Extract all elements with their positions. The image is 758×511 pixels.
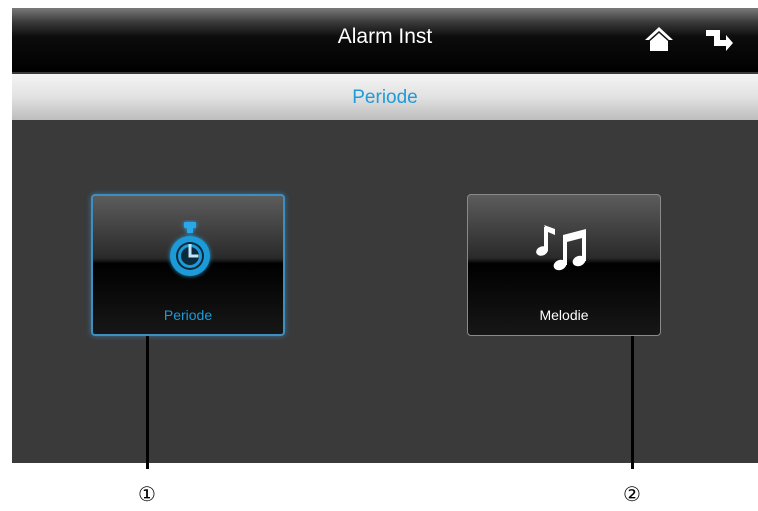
callout-line-1 — [146, 336, 149, 469]
section-title: Periode — [352, 87, 418, 108]
callout-line-2 — [631, 336, 634, 469]
sub-header: Periode — [12, 74, 758, 120]
back-button[interactable] — [704, 27, 734, 53]
periode-tile-label: Periode — [163, 307, 213, 323]
music-notes-icon — [536, 225, 586, 271]
return-arrow-icon — [706, 30, 733, 51]
home-icon — [645, 27, 673, 51]
home-button[interactable] — [644, 26, 674, 52]
stopwatch-icon — [170, 222, 210, 276]
callout-number-1: ① — [138, 484, 156, 506]
periode-tile[interactable]: Periode — [91, 194, 285, 336]
melodie-tile-label: Melodie — [539, 307, 589, 323]
title-bar: Alarm Inst — [12, 8, 758, 72]
melodie-tile[interactable]: Melodie — [467, 194, 661, 336]
callout-number-2: ② — [623, 484, 641, 506]
